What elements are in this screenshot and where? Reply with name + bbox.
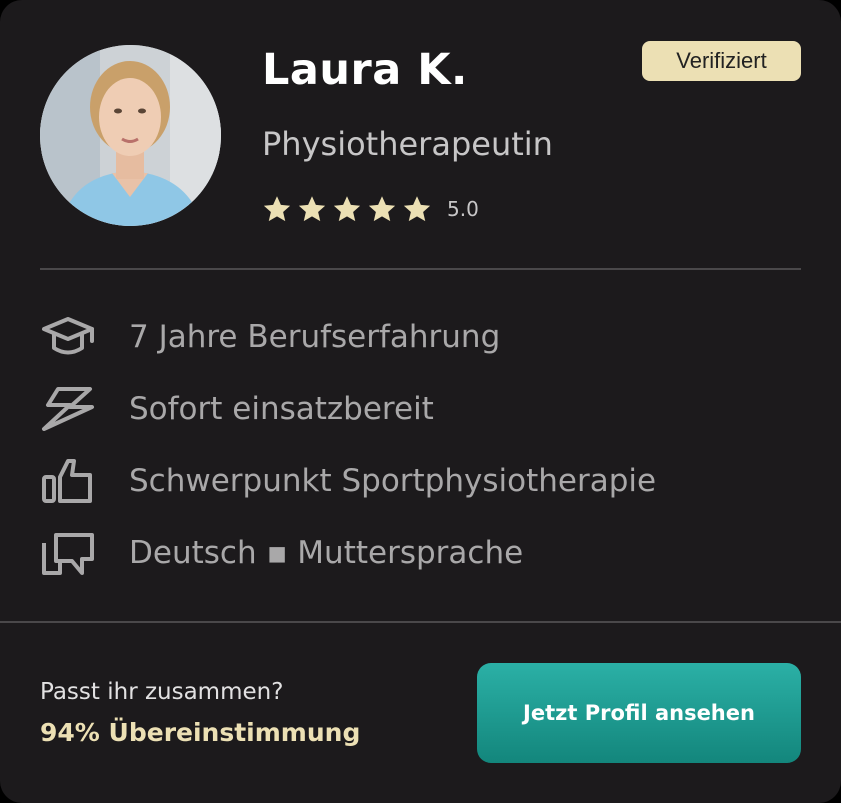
graduation-cap-icon xyxy=(42,317,94,355)
star-icon xyxy=(298,196,326,222)
footer-divider xyxy=(0,621,841,623)
chat-bubbles-icon xyxy=(42,533,94,575)
profile-card: Laura K. Verifiziert Physiotherapeutin 5… xyxy=(0,0,841,803)
thumbs-up-icon xyxy=(42,459,92,503)
star-icon xyxy=(263,196,291,222)
profile-role: Physiotherapeutin xyxy=(262,125,553,163)
view-profile-button[interactable]: Jetzt Profil ansehen xyxy=(477,663,801,763)
feature-text: Schwerpunkt Sportphysiotherapie xyxy=(129,463,657,499)
lightning-icon xyxy=(42,387,94,431)
star-icon xyxy=(333,196,361,222)
star-icon xyxy=(403,196,431,222)
feature-specialty: Schwerpunkt Sportphysiotherapie xyxy=(40,456,656,506)
avatar xyxy=(40,45,221,226)
feature-text: Sofort einsatzbereit xyxy=(129,391,434,427)
rating-value: 5.0 xyxy=(447,197,479,221)
star-icon xyxy=(368,196,396,222)
profile-name: Laura K. xyxy=(262,45,468,95)
feature-language: Deutsch ▪ Muttersprache xyxy=(40,528,523,578)
feature-text: Deutsch ▪ Muttersprache xyxy=(129,535,524,571)
verified-badge: Verifiziert xyxy=(642,41,801,81)
divider xyxy=(40,268,801,270)
feature-text: 7 Jahre Berufserfahrung xyxy=(129,319,501,355)
star-rating: 5.0 xyxy=(262,194,479,224)
feature-experience: 7 Jahre Berufserfahrung xyxy=(40,312,500,362)
match-question: Passt ihr zusammen? xyxy=(40,679,284,705)
feature-availability: Sofort einsatzbereit xyxy=(40,384,434,434)
match-score: 94% Übereinstimmung xyxy=(40,718,361,747)
